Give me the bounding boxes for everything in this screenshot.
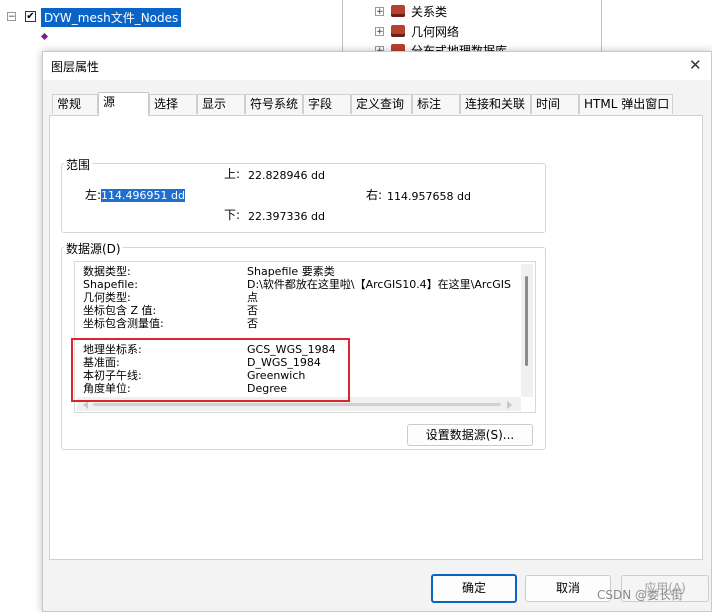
info-key: 数据类型:: [83, 265, 131, 278]
highlight-box: [71, 338, 350, 402]
scroll-thumb[interactable]: [525, 276, 528, 366]
layer-visibility-checkbox[interactable]: ✔: [25, 11, 36, 22]
catalog-tree: + 关系类 + 几何网络 + 分布式地理数据库: [342, 0, 602, 58]
info-value: D:\软件都放在这里啦\【ArcGIS10.4】在这里\ArcGIS: [247, 278, 511, 291]
layer-properties-dialog: 图层属性 ✕ 常规 源 选择 显示 符号系统 字段 定义查询 标注 连接和关联 …: [42, 51, 712, 612]
tab-definition-query[interactable]: 定义查询: [351, 94, 412, 114]
tab-general[interactable]: 常规: [52, 94, 98, 114]
tab-time[interactable]: 时间: [531, 94, 579, 114]
dialog-titlebar: 图层属性 ✕: [43, 52, 711, 80]
relationship-class-icon: [391, 5, 405, 17]
tab-labels[interactable]: 标注: [412, 94, 460, 114]
watermark: CSDN @娄长街: [597, 588, 684, 602]
info-key: Shapefile:: [83, 278, 138, 291]
info-value: 否: [247, 317, 258, 330]
scroll-thumb-h[interactable]: [93, 403, 501, 406]
point-symbol-icon: [40, 32, 49, 41]
source-tab-panel: 范围 上: 22.828946 dd 左: 114.496951 dd 右: 1…: [49, 115, 703, 560]
tab-source[interactable]: 源: [98, 92, 149, 116]
extent-group-label: 范围: [64, 156, 93, 173]
catalog-expander[interactable]: +: [375, 27, 384, 37]
scroll-left-icon[interactable]: [83, 401, 88, 409]
ok-button[interactable]: 确定: [431, 574, 517, 603]
catalog-item[interactable]: 关系类: [411, 3, 447, 20]
dialog-title: 图层属性: [51, 60, 100, 74]
info-value: 点: [247, 291, 258, 304]
tab-display[interactable]: 显示: [197, 94, 245, 114]
info-key: 坐标包含测量值:: [83, 317, 164, 330]
layer-name[interactable]: DYW_mesh文件_Nodes: [41, 8, 182, 27]
extent-top-label: 上:: [224, 167, 241, 181]
extent-left-label: 左:: [85, 188, 102, 202]
tab-html-popup[interactable]: HTML 弹出窗口: [579, 94, 673, 114]
tab-joins-relates[interactable]: 连接和关联: [460, 94, 531, 114]
info-value: Shapefile 要素类: [247, 265, 335, 278]
close-icon[interactable]: ✕: [689, 56, 702, 74]
scroll-right-icon[interactable]: [507, 401, 512, 409]
catalog-expander[interactable]: +: [375, 7, 384, 17]
info-key: 几何类型:: [83, 291, 131, 304]
info-value: 否: [247, 304, 258, 317]
catalog-item[interactable]: 几何网络: [411, 23, 459, 40]
extent-left-value[interactable]: 114.496951 dd: [101, 189, 185, 202]
extent-right-label: 右:: [366, 188, 383, 202]
tab-fields[interactable]: 字段: [303, 94, 351, 114]
extent-right-value: 114.957658 dd: [387, 190, 471, 203]
extent-bottom-label: 下:: [224, 208, 241, 222]
toc-collapse-button[interactable]: −: [7, 12, 16, 22]
extent-top-value: 22.828946 dd: [248, 169, 325, 182]
info-key: 坐标包含 Z 值:: [83, 304, 157, 317]
geometric-network-icon: [391, 25, 405, 37]
datasource-group-label: 数据源(D): [64, 240, 123, 257]
tab-symbology[interactable]: 符号系统: [245, 94, 303, 114]
tab-selection[interactable]: 选择: [149, 94, 197, 114]
extent-bottom-value: 22.397336 dd: [248, 210, 325, 223]
vertical-scrollbar[interactable]: [521, 264, 533, 397]
set-data-source-button[interactable]: 设置数据源(S)...: [407, 424, 533, 446]
